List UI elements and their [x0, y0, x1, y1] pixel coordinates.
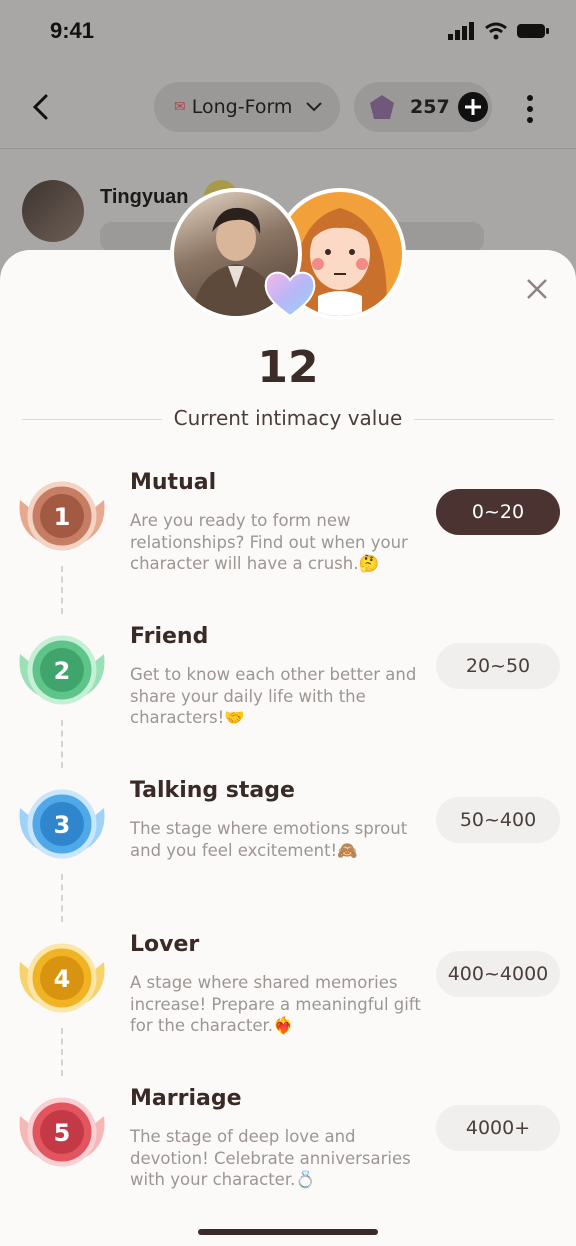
level-range: 400~4000 — [436, 951, 560, 997]
battery-icon — [517, 24, 549, 38]
svg-text:3: 3 — [54, 811, 71, 839]
level-1-medal-icon: 1 — [19, 481, 105, 551]
chevron-down-icon — [306, 102, 323, 112]
coin-balance[interactable]: 257 — [354, 82, 492, 132]
svg-text:1: 1 — [54, 503, 71, 531]
level-connector — [61, 566, 63, 614]
level-title: Lover — [130, 932, 200, 957]
level-description: Get to know each other better and share … — [130, 665, 417, 727]
character-avatar[interactable] — [22, 180, 84, 242]
svg-text:4: 4 — [54, 965, 71, 993]
mode-label: Long-Form — [191, 96, 293, 118]
level-connector — [61, 874, 63, 922]
level-5-medal-icon: 5 — [19, 1097, 105, 1167]
add-coins-icon[interactable] — [457, 92, 488, 122]
status-bar: 9:41 — [0, 0, 576, 64]
wifi-icon — [485, 22, 507, 40]
mode-selector[interactable]: ✉ Long-Form — [154, 82, 340, 132]
status-time: 9:41 — [50, 18, 95, 43]
coin-count: 257 — [410, 96, 450, 118]
level-description: The stage of deep love and devotion! Cel… — [130, 1127, 411, 1189]
level-description: A stage where shared memories increase! … — [130, 973, 421, 1035]
svg-text:2: 2 — [54, 657, 71, 685]
level-connector — [61, 720, 63, 768]
level-title: Mutual — [130, 470, 217, 495]
level-2-medal-icon: 2 — [19, 635, 105, 705]
level-range: 4000+ — [436, 1105, 560, 1151]
status-icons — [448, 22, 550, 40]
signal-icon — [448, 22, 474, 40]
level-4-medal-icon: 4 — [19, 943, 105, 1013]
chat-message: Tingyuan — [22, 180, 484, 252]
level-description: Are you ready to form new relationships?… — [130, 511, 408, 573]
top-nav: ✉ Long-Form 257 — [0, 82, 576, 134]
level-description: The stage where emotions sprout and you … — [130, 819, 408, 860]
gem-icon — [370, 95, 394, 119]
level-range: 20~50 — [436, 643, 560, 689]
level-range: 0~20 — [436, 489, 560, 535]
level-title: Talking stage — [130, 778, 295, 803]
home-indicator[interactable] — [198, 1229, 378, 1235]
level-connector — [61, 1028, 63, 1076]
svg-text:5: 5 — [54, 1119, 71, 1147]
level-3-medal-icon: 3 — [19, 789, 105, 859]
level-title: Marriage — [130, 1086, 242, 1111]
intimacy-value: 12 — [257, 342, 319, 393]
level-title: Friend — [130, 624, 209, 649]
level-range: 50~400 — [436, 797, 560, 843]
couple-avatars — [170, 188, 410, 324]
close-icon[interactable] — [526, 278, 548, 300]
label-rule-right — [414, 419, 554, 420]
nav-divider — [0, 148, 576, 149]
heart-icon — [264, 271, 316, 318]
more-icon[interactable] — [526, 94, 534, 124]
heart-envelope-icon: ✉ — [174, 99, 186, 115]
back-arrow-icon[interactable] — [28, 92, 58, 122]
intimacy-label: Current intimacy value — [173, 406, 403, 430]
